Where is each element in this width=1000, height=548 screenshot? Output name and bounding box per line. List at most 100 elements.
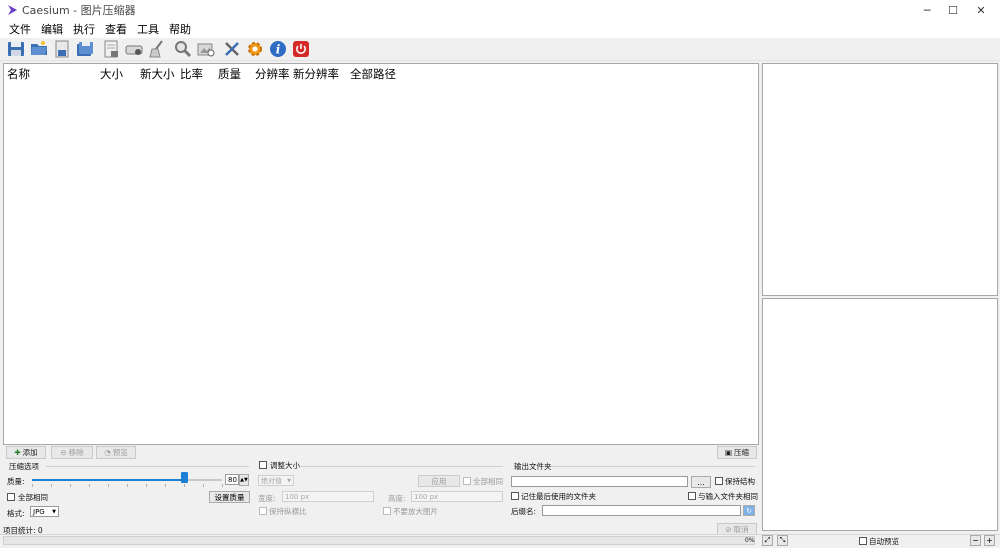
file-list[interactable]: 名称 大小 新大小 比率 质量 分辨率 新分辨率 全部路径: [3, 63, 759, 445]
progress-bar: [3, 536, 755, 545]
fit-to-window-button[interactable]: ⤢: [762, 535, 773, 546]
open-folder-button[interactable]: [29, 39, 49, 59]
search-button[interactable]: [173, 39, 193, 59]
resize-same-all-label: 全部相同: [473, 477, 503, 486]
document-save-icon: [55, 40, 69, 58]
exit-button[interactable]: [291, 39, 311, 59]
zoom-in-button[interactable]: +: [984, 535, 995, 546]
compression-group-title: 压缩选项: [9, 462, 39, 471]
close-button[interactable]: ✕: [964, 0, 998, 20]
list-actions: ✚ 添加 ⊖ 移除 ◔ 预览 ▣ 压缩: [3, 446, 759, 459]
resize-checkbox[interactable]: [259, 461, 267, 469]
compression-same-all-checkbox[interactable]: [7, 493, 15, 501]
width-label: 宽度:: [258, 494, 276, 503]
zoom-out-button[interactable]: −: [970, 535, 981, 546]
same-as-input-checkbox[interactable]: [688, 492, 696, 500]
compress-button[interactable]: ▣ 压缩: [717, 446, 757, 459]
resize-checkbox-label: 调整大小: [270, 461, 300, 470]
output-group-title: 输出文件夹: [514, 462, 552, 471]
menu-run[interactable]: 执行: [68, 21, 100, 37]
chevron-down-icon: ▼: [52, 508, 56, 515]
menu-tools[interactable]: 工具: [132, 21, 164, 37]
folder-icon: [31, 41, 47, 55]
no-enlarge-checkbox[interactable]: [383, 507, 391, 515]
window-title: Caesium - 图片压缩器: [22, 4, 136, 17]
format-value: JPG: [33, 507, 45, 516]
open-files-button[interactable]: [6, 39, 26, 59]
compress-button-label: 压缩: [734, 448, 750, 457]
column-header-quality[interactable]: 质量: [215, 65, 241, 83]
column-header-full-path[interactable]: 全部路径: [347, 65, 396, 83]
add-button-label: 添加: [22, 448, 38, 457]
keep-structure-checkbox[interactable]: [715, 477, 723, 485]
compare-button[interactable]: [196, 39, 216, 59]
about-button[interactable]: i: [268, 39, 288, 59]
actual-size-button[interactable]: ⤡: [777, 535, 788, 546]
title-bar: Caesium - 图片压缩器 ─ ☐ ✕: [0, 0, 1000, 20]
preview-button-label: 预览: [112, 448, 128, 457]
keep-ratio-label: 保持纵横比: [269, 507, 307, 516]
column-header-resolution[interactable]: 分辨率: [252, 65, 290, 83]
suffix-input[interactable]: [542, 505, 741, 516]
save-list-button[interactable]: [52, 39, 72, 59]
remember-last-folder-label: 记住最后使用的文件夹: [521, 492, 596, 501]
power-icon: [293, 41, 309, 57]
quality-label: 质量:: [7, 477, 25, 486]
quality-slider-track[interactable]: [32, 479, 222, 481]
cancel-icon: ⊘: [725, 525, 732, 534]
info-icon: i: [270, 41, 286, 57]
clear-list-button[interactable]: [124, 39, 144, 59]
tools-button[interactable]: [222, 39, 242, 59]
keep-ratio-checkbox[interactable]: [259, 507, 267, 515]
slider-tick: [184, 484, 185, 487]
no-enlarge-label: 不要放大图片: [393, 507, 438, 516]
width-spinbox[interactable]: 100 px: [282, 491, 374, 502]
column-header-new-resolution[interactable]: 新分辨率: [290, 65, 339, 83]
remember-last-folder-checkbox[interactable]: [511, 492, 519, 500]
slider-tick: [51, 484, 52, 487]
settings-button[interactable]: [245, 39, 265, 59]
column-header-name[interactable]: 名称: [4, 65, 30, 83]
slider-tick: [203, 484, 204, 487]
gear-icon: [248, 42, 262, 56]
height-spinbox[interactable]: 100 px: [411, 491, 503, 502]
close-icon: ✕: [976, 3, 986, 17]
slider-tick: [165, 484, 166, 487]
app-logo-icon: [8, 5, 17, 15]
format-label: 格式:: [7, 509, 25, 518]
plus-icon: +: [986, 536, 993, 545]
set-quality-button[interactable]: 设置质量: [209, 491, 250, 503]
clean-button[interactable]: [147, 39, 167, 59]
preview-button[interactable]: ◔ 预览: [96, 446, 136, 459]
suffix-help-button[interactable]: ↻: [743, 505, 755, 516]
column-header-size[interactable]: 大小: [97, 65, 123, 83]
quality-spin-arrows[interactable]: ▲▼: [239, 474, 249, 486]
auto-preview-checkbox[interactable]: [859, 537, 867, 545]
same-as-input-label: 与输入文件夹相同: [698, 492, 758, 501]
format-select[interactable]: JPG ▼: [30, 506, 59, 517]
minus-icon: −: [972, 536, 979, 545]
quality-spinbox[interactable]: 80: [225, 474, 239, 485]
floppy-stack-icon: [77, 42, 93, 56]
quality-slider-fill: [32, 479, 184, 481]
menu-view[interactable]: 查看: [100, 21, 132, 37]
resize-same-all-checkbox[interactable]: [463, 477, 471, 485]
column-header-ratio[interactable]: 比率: [177, 65, 203, 83]
refresh-icon: ↻: [746, 506, 752, 515]
add-button[interactable]: ✚ 添加: [6, 446, 46, 459]
save-all-button[interactable]: [75, 39, 95, 59]
remove-button[interactable]: ⊖ 移除: [51, 446, 93, 459]
browse-output-button[interactable]: ...: [691, 476, 711, 488]
remove-item-button[interactable]: [101, 39, 121, 59]
menu-help[interactable]: 帮助: [164, 21, 196, 37]
output-path-input[interactable]: [511, 476, 688, 487]
resize-mode-select[interactable]: 绝对值 ▼: [258, 475, 294, 486]
quality-slider-handle[interactable]: [181, 472, 188, 483]
resize-mode-value: 绝对值: [261, 476, 282, 485]
menu-edit[interactable]: 编辑: [36, 21, 68, 37]
height-label: 高度:: [388, 494, 406, 503]
maximize-icon: ☐: [948, 3, 958, 17]
resize-apply-button[interactable]: 应用: [418, 475, 460, 487]
menu-file[interactable]: 文件: [4, 21, 36, 37]
column-header-new-size[interactable]: 新大小: [137, 65, 175, 83]
